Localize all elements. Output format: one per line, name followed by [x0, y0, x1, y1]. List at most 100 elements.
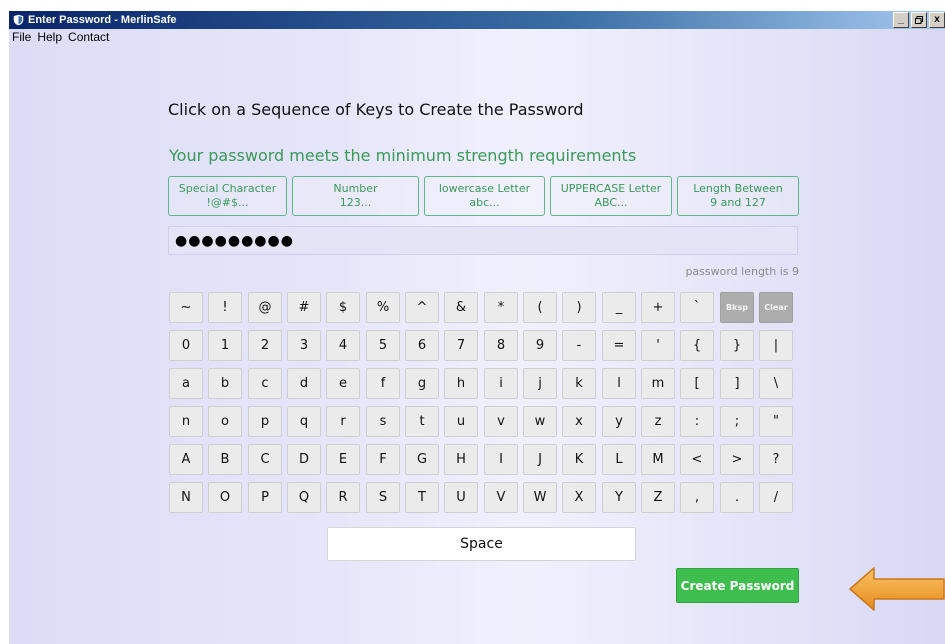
keyboard-key[interactable]: H — [444, 444, 478, 475]
keyboard-key[interactable]: M — [641, 444, 675, 475]
keyboard-key[interactable]: { — [680, 330, 714, 361]
keyboard-key[interactable]: Z — [641, 482, 675, 513]
keyboard-key[interactable]: m — [641, 368, 675, 399]
keyboard-key[interactable]: $ — [326, 292, 360, 323]
keyboard-key[interactable]: P — [248, 482, 282, 513]
keyboard-key[interactable]: 3 — [287, 330, 321, 361]
keyboard-key[interactable]: # — [287, 292, 321, 323]
menu-contact[interactable]: Contact — [65, 30, 112, 46]
keyboard-key[interactable]: C — [248, 444, 282, 475]
space-key[interactable]: Space — [327, 527, 636, 561]
keyboard-key[interactable]: ; — [720, 406, 754, 437]
keyboard-key[interactable]: \ — [759, 368, 793, 399]
keyboard-key[interactable]: T — [405, 482, 439, 513]
keyboard-key[interactable]: y — [602, 406, 636, 437]
keyboard-key[interactable]: r — [326, 406, 360, 437]
close-button[interactable]: x — [929, 12, 945, 28]
keyboard-key[interactable]: u — [444, 406, 478, 437]
keyboard-key[interactable]: 5 — [366, 330, 400, 361]
keyboard-key[interactable]: d — [287, 368, 321, 399]
backspace-key[interactable]: Bksp — [720, 292, 754, 323]
keyboard-key[interactable]: ~ — [169, 292, 203, 323]
keyboard-key[interactable]: X — [562, 482, 596, 513]
keyboard-key[interactable]: 7 — [444, 330, 478, 361]
keyboard-key[interactable]: : — [680, 406, 714, 437]
keyboard-key[interactable]: E — [326, 444, 360, 475]
title-bar[interactable]: Enter Password - MerlinSafe _ x — [9, 11, 945, 29]
keyboard-key[interactable]: D — [287, 444, 321, 475]
keyboard-key[interactable]: l — [602, 368, 636, 399]
keyboard-key[interactable]: " — [759, 406, 793, 437]
keyboard-key[interactable]: Y — [602, 482, 636, 513]
keyboard-key[interactable]: ! — [208, 292, 242, 323]
keyboard-key[interactable]: e — [326, 368, 360, 399]
keyboard-key[interactable]: [ — [680, 368, 714, 399]
keyboard-key[interactable]: x — [562, 406, 596, 437]
keyboard-key[interactable]: ^ — [405, 292, 439, 323]
keyboard-key[interactable]: N — [169, 482, 203, 513]
keyboard-key[interactable]: , — [680, 482, 714, 513]
keyboard-key[interactable]: 1 — [208, 330, 242, 361]
keyboard-key[interactable]: I — [484, 444, 518, 475]
keyboard-key[interactable]: w — [523, 406, 557, 437]
keyboard-key[interactable]: c — [248, 368, 282, 399]
keyboard-key[interactable]: _ — [602, 292, 636, 323]
keyboard-key[interactable]: k — [562, 368, 596, 399]
keyboard-key[interactable]: q — [287, 406, 321, 437]
keyboard-key[interactable]: V — [484, 482, 518, 513]
keyboard-key[interactable]: i — [484, 368, 518, 399]
minimize-button[interactable]: _ — [893, 12, 909, 28]
keyboard-key[interactable]: o — [208, 406, 242, 437]
keyboard-key[interactable]: 8 — [484, 330, 518, 361]
keyboard-key[interactable]: ] — [720, 368, 754, 399]
keyboard-key[interactable]: t — [405, 406, 439, 437]
keyboard-key[interactable]: n — [169, 406, 203, 437]
keyboard-key[interactable]: f — [366, 368, 400, 399]
keyboard-key[interactable]: ' — [641, 330, 675, 361]
keyboard-key[interactable]: S — [366, 482, 400, 513]
maximize-button[interactable] — [911, 12, 927, 28]
keyboard-key[interactable]: 0 — [169, 330, 203, 361]
keyboard-key[interactable]: ( — [523, 292, 557, 323]
keyboard-key[interactable]: L — [602, 444, 636, 475]
keyboard-key[interactable]: h — [444, 368, 478, 399]
keyboard-key[interactable]: a — [169, 368, 203, 399]
keyboard-key[interactable]: 9 — [523, 330, 557, 361]
menu-file[interactable]: File — [9, 30, 34, 46]
keyboard-key[interactable]: 6 — [405, 330, 439, 361]
keyboard-key[interactable]: R — [326, 482, 360, 513]
keyboard-key[interactable]: J — [523, 444, 557, 475]
keyboard-key[interactable]: U — [444, 482, 478, 513]
keyboard-key[interactable]: ` — [680, 292, 714, 323]
keyboard-key[interactable]: 4 — [326, 330, 360, 361]
menu-help[interactable]: Help — [34, 30, 65, 46]
keyboard-key[interactable]: < — [680, 444, 714, 475]
keyboard-key[interactable]: z — [641, 406, 675, 437]
keyboard-key[interactable]: ) — [562, 292, 596, 323]
keyboard-key[interactable]: v — [484, 406, 518, 437]
clear-key[interactable]: Clear — [759, 292, 793, 323]
keyboard-key[interactable]: ? — [759, 444, 793, 475]
keyboard-key[interactable]: A — [169, 444, 203, 475]
keyboard-key[interactable]: g — [405, 368, 439, 399]
keyboard-key[interactable]: % — [366, 292, 400, 323]
keyboard-key[interactable]: O — [208, 482, 242, 513]
keyboard-key[interactable]: = — [602, 330, 636, 361]
keyboard-key[interactable]: @ — [248, 292, 282, 323]
keyboard-key[interactable]: W — [523, 482, 557, 513]
keyboard-key[interactable]: - — [562, 330, 596, 361]
keyboard-key[interactable]: + — [641, 292, 675, 323]
keyboard-key[interactable]: j — [523, 368, 557, 399]
keyboard-key[interactable]: } — [720, 330, 754, 361]
keyboard-key[interactable]: 2 — [248, 330, 282, 361]
keyboard-key[interactable]: s — [366, 406, 400, 437]
keyboard-key[interactable]: . — [720, 482, 754, 513]
keyboard-key[interactable]: * — [484, 292, 518, 323]
keyboard-key[interactable]: G — [405, 444, 439, 475]
keyboard-key[interactable]: b — [208, 368, 242, 399]
password-field[interactable]: ●●●●●●●●● — [168, 226, 798, 255]
keyboard-key[interactable]: | — [759, 330, 793, 361]
create-password-button[interactable]: Create Password — [676, 568, 799, 603]
keyboard-key[interactable]: / — [759, 482, 793, 513]
keyboard-key[interactable]: Q — [287, 482, 321, 513]
